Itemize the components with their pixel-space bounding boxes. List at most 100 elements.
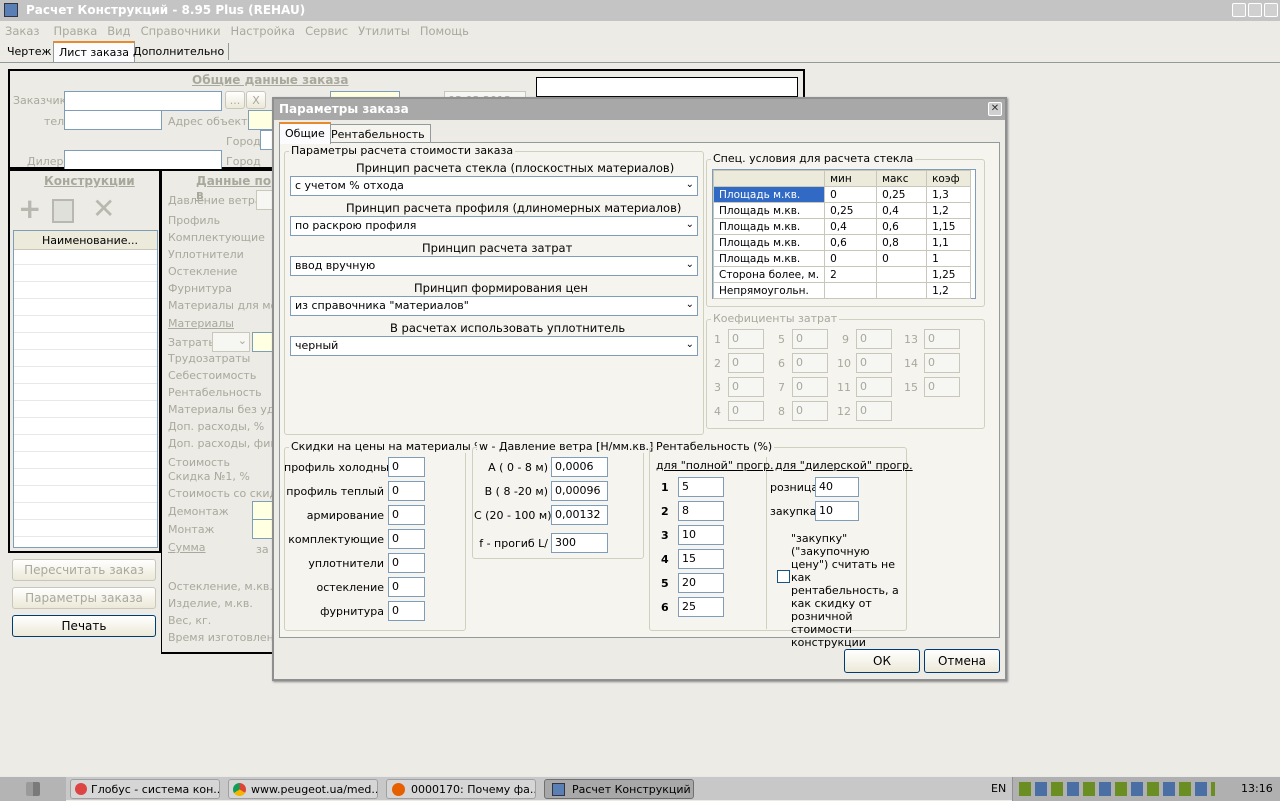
coef-input[interactable]: 0 bbox=[856, 401, 892, 421]
profit-title: Рентабельность (%) bbox=[654, 440, 775, 453]
customer-browse-button[interactable]: ... bbox=[225, 91, 245, 109]
taskbar-item[interactable]: www.peugeot.ua/med... bbox=[228, 779, 378, 799]
costs-select[interactable]: ⌄ bbox=[212, 332, 250, 352]
purchase-input[interactable]: 10 bbox=[815, 501, 859, 521]
order-params-button[interactable]: Параметры заказа bbox=[12, 587, 156, 609]
phone-input[interactable] bbox=[64, 110, 162, 130]
taskbar-item[interactable]: Глобус - система кон... bbox=[70, 779, 220, 799]
coef-input[interactable]: 0 bbox=[924, 329, 960, 349]
customer-clear-button[interactable]: X bbox=[246, 91, 266, 109]
constructions-list[interactable]: Наименование... bbox=[13, 230, 158, 548]
menu-edit[interactable]: Правка bbox=[54, 24, 98, 38]
seal-select[interactable]: черный ⌄ bbox=[290, 336, 698, 356]
cancel-button[interactable]: Отмена bbox=[924, 649, 1000, 673]
main-tab-order-sheet[interactable]: Лист заказа bbox=[53, 41, 135, 62]
table-row[interactable]: Площадь м.кв. 0,4 0,6 1,15 bbox=[712, 218, 971, 235]
dialog-close-icon[interactable]: ✕ bbox=[988, 102, 1002, 116]
wind-zone-input[interactable]: 0,00132 bbox=[551, 505, 608, 525]
table-row[interactable]: Площадь м.кв. 0,25 0,4 1,2 bbox=[712, 202, 971, 219]
discount-input[interactable]: 0 bbox=[388, 457, 425, 477]
coef-input[interactable]: 0 bbox=[792, 401, 828, 421]
discounts-title: Скидки на цены на материалы % bbox=[289, 440, 487, 453]
discount-input[interactable]: 0 bbox=[388, 529, 425, 549]
dealer-input[interactable] bbox=[64, 150, 222, 170]
coef-input[interactable]: 0 bbox=[792, 353, 828, 373]
deflection-input[interactable]: 300 bbox=[551, 533, 608, 553]
retail-input[interactable]: 40 bbox=[815, 477, 859, 497]
main-tab-drawing[interactable]: Чертеж bbox=[3, 43, 55, 60]
wind-zone-input[interactable]: 0,00096 bbox=[551, 481, 608, 501]
print-button[interactable]: Печать bbox=[12, 615, 156, 637]
coef-input[interactable]: 0 bbox=[924, 377, 960, 397]
cost-principle-select[interactable]: ввод вручную ⌄ bbox=[290, 256, 698, 276]
profit-level-input[interactable]: 10 bbox=[678, 525, 724, 545]
price-principle-select[interactable]: из справочника "материалов" ⌄ bbox=[290, 296, 698, 316]
coef-input[interactable]: 0 bbox=[856, 329, 892, 349]
profit-level-input[interactable]: 8 bbox=[678, 501, 724, 521]
menu-order[interactable]: Заказ bbox=[5, 24, 40, 38]
profile-principle-select[interactable]: по раскрою профиля ⌄ bbox=[290, 216, 698, 236]
wind-zone-input[interactable]: 0,0006 bbox=[551, 457, 608, 477]
table-row[interactable]: Площадь м.кв. 0 0 1 bbox=[712, 250, 971, 267]
costs-input[interactable] bbox=[252, 332, 274, 352]
coef-input[interactable]: 0 bbox=[856, 353, 892, 373]
tab-general[interactable]: Общие bbox=[279, 122, 331, 144]
discount-input[interactable]: 0 bbox=[388, 481, 425, 501]
notes-box[interactable] bbox=[536, 77, 798, 97]
taskbar-item[interactable]: 0000170: Почему фа... bbox=[386, 779, 536, 799]
discount-input[interactable]: 0 bbox=[388, 505, 425, 525]
install-input[interactable] bbox=[252, 519, 274, 539]
main-tab-additional[interactable]: Дополнительно bbox=[129, 43, 230, 60]
table-row[interactable]: Сторона более, м. 2 1,25 bbox=[712, 266, 971, 283]
constructions-column-header[interactable]: Наименование... bbox=[14, 231, 157, 250]
menu-references[interactable]: Справочники bbox=[141, 24, 221, 38]
tray-icons[interactable] bbox=[1019, 782, 1215, 796]
coef-input[interactable]: 0 bbox=[792, 377, 828, 397]
discount-input[interactable]: 0 bbox=[388, 553, 425, 573]
tab-profitability[interactable]: Рентабельность bbox=[325, 124, 431, 144]
data-label: Вес, кг. bbox=[168, 614, 212, 627]
start-button[interactable] bbox=[0, 777, 66, 801]
data-label: Трудозатраты bbox=[168, 352, 251, 365]
add-icon[interactable]: + bbox=[18, 195, 44, 223]
menu-utilities[interactable]: Утилиты bbox=[358, 24, 410, 38]
dismantle-input[interactable] bbox=[252, 501, 274, 521]
coef-input[interactable]: 0 bbox=[924, 353, 960, 373]
coef-input[interactable]: 0 bbox=[728, 401, 764, 421]
table-row[interactable]: Площадь м.кв. 0,6 0,8 1,1 bbox=[712, 234, 971, 251]
table-row[interactable]: Площадь м.кв. 0 0,25 1,3 bbox=[712, 186, 971, 203]
customer-input[interactable] bbox=[64, 91, 222, 111]
glass-spec-table[interactable]: мин макс коэф Площадь м.кв. 0 0,25 1,3 Площ… bbox=[712, 170, 971, 299]
close-button[interactable] bbox=[1264, 3, 1278, 17]
coef-input[interactable]: 0 bbox=[856, 377, 892, 397]
profit-level-input[interactable]: 15 bbox=[678, 549, 724, 569]
menu-view[interactable]: Вид bbox=[107, 24, 130, 38]
glass-principle-select[interactable]: с учетом % отхода ⌄ bbox=[290, 176, 698, 196]
recalculate-order-button[interactable]: Пересчитать заказ bbox=[12, 559, 156, 581]
ok-button[interactable]: ОК bbox=[844, 649, 920, 673]
edit-icon[interactable] bbox=[52, 199, 74, 223]
coef-input[interactable]: 0 bbox=[728, 377, 764, 397]
menu-help[interactable]: Помощь bbox=[420, 24, 469, 38]
profit-level-input[interactable]: 5 bbox=[678, 477, 724, 497]
discount-input[interactable]: 0 bbox=[388, 577, 425, 597]
delete-icon[interactable]: ✕ bbox=[92, 195, 118, 223]
clock[interactable]: 13:16 bbox=[1241, 782, 1273, 795]
data-label-sum[interactable]: Сумма bbox=[168, 541, 206, 554]
coef-input[interactable]: 0 bbox=[728, 329, 764, 349]
profit-level-input[interactable]: 20 bbox=[678, 573, 724, 593]
coef-input[interactable]: 0 bbox=[728, 353, 764, 373]
menu-service[interactable]: Сервис bbox=[305, 24, 348, 38]
language-indicator[interactable]: EN bbox=[991, 782, 1006, 795]
coef-input[interactable]: 0 bbox=[792, 329, 828, 349]
menu-settings[interactable]: Настройка bbox=[231, 24, 296, 38]
maximize-button[interactable] bbox=[1248, 3, 1262, 17]
taskbar-item-active[interactable]: Расчет Конструкций bbox=[544, 779, 694, 799]
data-label-materials[interactable]: Материалы bbox=[168, 317, 234, 330]
table-row[interactable]: Непрямоугольн. 1,2 bbox=[712, 282, 971, 299]
discount-input[interactable]: 0 bbox=[388, 601, 425, 621]
purchase-as-discount-checkbox[interactable] bbox=[777, 570, 790, 583]
profit-level-input[interactable]: 25 bbox=[678, 597, 724, 617]
discount-label: уплотнители bbox=[308, 557, 384, 570]
minimize-button[interactable] bbox=[1232, 3, 1246, 17]
